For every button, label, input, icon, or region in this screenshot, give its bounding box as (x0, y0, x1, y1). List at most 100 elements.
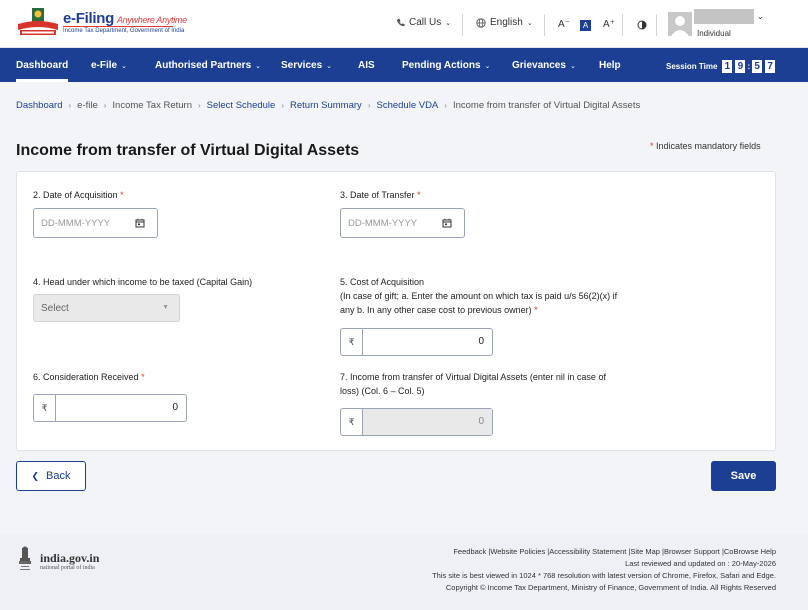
user-avatar[interactable] (668, 12, 692, 36)
brand-tagline: Anywhere Anytime (116, 15, 187, 25)
nav-services[interactable]: Services ⌄ (281, 60, 332, 71)
form-card: 2. Date of Acquisition * DD-MMM-YYYY 3. … (16, 171, 776, 451)
session-digit: 5 (752, 60, 763, 73)
required-asterisk: * (120, 190, 124, 200)
income-transfer-field: ₹ 0 (340, 408, 493, 436)
required-asterisk: * (534, 305, 538, 315)
chevron-down-icon: ⌄ (445, 19, 452, 27)
nav-pending-actions[interactable]: Pending Actions ⌄ (402, 60, 490, 71)
font-normal-button[interactable]: A (580, 20, 591, 31)
call-us-label: Call Us (409, 17, 442, 28)
chevron-right-icon: › (103, 101, 107, 110)
brand-subtitle: Income Tax Department, Government of Ind… (63, 28, 185, 34)
font-increase-button[interactable]: A⁺ (603, 19, 615, 30)
call-us-menu[interactable]: Call Us ⌄ (396, 17, 451, 28)
footer-copyright: Copyright © Income Tax Department, Minis… (445, 583, 776, 592)
brand-underline (63, 26, 173, 27)
chevron-right-icon: › (68, 101, 72, 110)
head-income-label: 4. Head under which income to be taxed (… (33, 277, 253, 287)
session-digit: 9 (735, 60, 746, 73)
nav-grievances[interactable]: Grievances ⌄ (512, 60, 576, 71)
breadcrumb-return-summary[interactable]: Return Summary (290, 100, 362, 111)
session-digit: 7 (765, 60, 776, 73)
session-timer: Session Time 1 9 : 5 7 (666, 60, 776, 73)
nav-ais[interactable]: AIS (358, 60, 375, 71)
save-button[interactable]: Save (711, 461, 776, 491)
head-income-select[interactable]: Select ▼ (33, 294, 180, 322)
nav-help[interactable]: Help (599, 60, 621, 71)
cost-acquisition-value: 0 (478, 336, 484, 347)
chevron-down-icon: ⌄ (569, 63, 576, 70)
chevron-right-icon: › (367, 101, 371, 110)
income-tax-emblem-icon[interactable] (16, 8, 60, 38)
footer-updated: Last reviewed and updated on : 20-May-20… (625, 559, 776, 568)
brand-title[interactable]: e-Filing Anywhere Anytime (63, 10, 187, 27)
contrast-icon[interactable] (637, 20, 647, 30)
chevron-down-icon: ⌄ (121, 63, 127, 70)
main-navbar: Dashboard e-File ⌄ Authorised Partners ⌄ S… (0, 48, 808, 82)
breadcrumb-schedule-vda[interactable]: Schedule VDA (376, 100, 438, 111)
breadcrumb-dashboard[interactable]: Dashboard (16, 100, 62, 111)
calendar-icon[interactable] (135, 218, 145, 228)
header-divider (544, 14, 545, 36)
rupee-icon: ₹ (341, 409, 363, 435)
date-transfer-field[interactable]: DD-MMM-YYYY (340, 208, 465, 238)
footer-links[interactable]: Feedback |Website Policies |Accessibilit… (453, 547, 776, 556)
breadcrumb-e-file: e-file (77, 100, 98, 111)
consideration-value: 0 (172, 402, 178, 413)
date-acquisition-label: 2. Date of Acquisition * (33, 190, 124, 200)
back-label: Back (46, 470, 71, 482)
consideration-input[interactable]: ₹ 0 (33, 394, 187, 422)
language-menu[interactable]: English ⌄ (476, 17, 533, 28)
cost-acquisition-label: 5. Cost of Acquisition (In case of gift;… (340, 277, 618, 315)
font-decrease-button[interactable]: A⁻ (558, 19, 570, 30)
chevron-right-icon: › (281, 101, 284, 110)
income-transfer-label: 7. Income from transfer of Virtual Digit… (340, 372, 606, 396)
head-income-value: Select (41, 303, 69, 314)
chevron-down-icon: ⌄ (484, 63, 491, 70)
consideration-label: 6. Consideration Received * (33, 372, 145, 382)
chevron-left-icon: ❮ (31, 470, 40, 481)
chevron-down-icon: ⌄ (326, 63, 333, 70)
breadcrumb-select-schedule[interactable]: Select Schedule (207, 100, 276, 111)
mandatory-fields-note: * Indicates mandatory fields (650, 141, 761, 151)
mandatory-note-text: Indicates mandatory fields (656, 141, 761, 151)
income-transfer-value: 0 (478, 416, 484, 427)
language-label: English (490, 17, 523, 28)
chevron-down-icon: ⌄ (255, 63, 262, 70)
footer: india.gov.in national portal of india Fe… (0, 534, 808, 610)
breadcrumb-income-tax-return: Income Tax Return (112, 100, 192, 111)
required-asterisk: * (141, 372, 145, 382)
phone-icon (396, 18, 405, 27)
username-redacted[interactable] (694, 9, 754, 24)
nav-dashboard[interactable]: Dashboard (16, 60, 69, 82)
india-gov-subtitle: national portal of india (40, 565, 95, 571)
required-asterisk: * (417, 190, 421, 200)
date-transfer-label: 3. Date of Transfer * (340, 190, 421, 200)
header-divider (462, 14, 463, 36)
chevron-down-icon: ⌄ (526, 19, 533, 27)
back-button[interactable]: ❮ Back (16, 461, 86, 491)
breadcrumb-current-page: Income from transfer of Virtual Digital … (452, 100, 641, 111)
breadcrumb: Dashboard › e-file › Income Tax Return ›… (16, 100, 640, 111)
date-transfer-placeholder: DD-MMM-YYYY (348, 218, 418, 229)
chevron-down-icon: ▼ (162, 304, 169, 311)
session-label: Session Time (666, 62, 718, 71)
national-emblem-icon[interactable] (17, 546, 33, 574)
nav-authorised-partners[interactable]: Authorised Partners ⌄ (155, 60, 261, 71)
footer-best-viewed: This site is best viewed in 1024 * 768 r… (432, 571, 776, 580)
session-digit: 1 (722, 60, 733, 73)
page-title: Income from transfer of Virtual Digital … (16, 142, 360, 159)
date-acquisition-placeholder: DD-MMM-YYYY (41, 218, 111, 229)
india-gov-link[interactable]: india.gov.in (40, 551, 99, 566)
rupee-icon: ₹ (34, 395, 56, 421)
globe-icon (476, 17, 486, 28)
top-header: e-Filing Anywhere Anytime Income Tax Depa… (0, 0, 808, 48)
session-colon: : (747, 62, 751, 71)
cost-acquisition-input[interactable]: ₹ 0 (340, 328, 493, 356)
readonly-background (363, 409, 492, 435)
calendar-icon[interactable] (442, 218, 452, 228)
date-acquisition-field[interactable]: DD-MMM-YYYY (33, 208, 158, 238)
chevron-down-icon[interactable]: ⌄ (757, 12, 764, 21)
nav-e-file[interactable]: e-File ⌄ (91, 60, 127, 71)
